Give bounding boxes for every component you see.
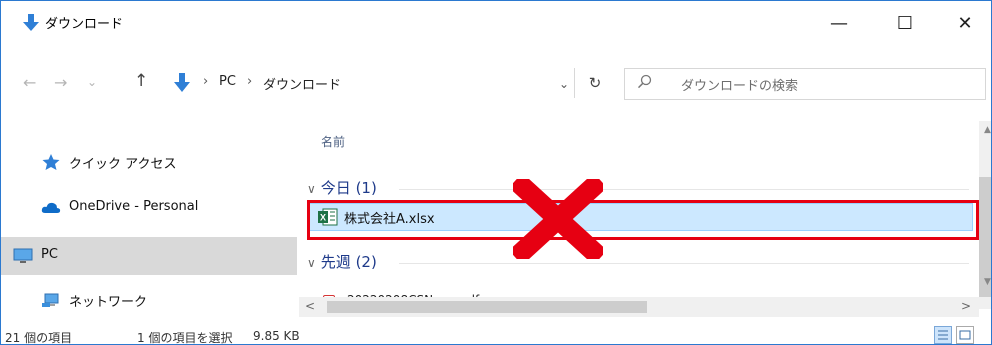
file-explorer-window: ダウンロード — ☐ ✕ ← → ⌄ ↑ › PC › ダウンロード ⌄ ↻ ダ…: [0, 0, 992, 345]
sidebar-item-network[interactable]: ネットワーク: [1, 281, 297, 319]
search-icon: [637, 74, 652, 89]
sidebar-item-label: ネットワーク: [69, 295, 148, 310]
address-dropdown-button[interactable]: ⌄: [559, 77, 569, 91]
network-icon: [42, 293, 59, 307]
up-button[interactable]: ↑: [134, 71, 148, 91]
group-header-last-week[interactable]: ∨ 先週 (2): [307, 251, 377, 272]
highlight-outline: [307, 200, 979, 240]
star-icon: [42, 154, 60, 170]
breadcrumb-separator: ›: [203, 74, 209, 89]
scroll-down-arrow[interactable]: ▼: [984, 277, 991, 287]
title-bar: ダウンロード — ☐ ✕: [1, 1, 991, 45]
column-header-name[interactable]: 名前: [321, 133, 345, 150]
group-header-today[interactable]: ∨ 今日 (1): [307, 177, 377, 198]
search-placeholder: ダウンロードの検索: [681, 79, 799, 94]
search-box[interactable]: ダウンロードの検索: [624, 68, 986, 100]
navigation-bar: ← → ⌄ ↑ › PC › ダウンロード ⌄ ↻ ダウンロードの検索: [1, 63, 991, 103]
back-button[interactable]: ←: [23, 73, 36, 92]
recent-locations-button[interactable]: ⌄: [87, 75, 97, 89]
chevron-down-icon: ∨: [307, 256, 316, 270]
sidebar-item-label: クイック アクセス: [69, 157, 177, 172]
large-icons-view-button[interactable]: [956, 326, 974, 344]
breadcrumb-downloads[interactable]: ダウンロード: [263, 74, 341, 93]
selection-count: 1 個の項目を選択: [137, 331, 233, 345]
sidebar-item-quick-access[interactable]: クイック アクセス: [1, 143, 297, 181]
address-bar[interactable]: › PC › ダウンロード: [161, 68, 608, 98]
window-title: ダウンロード: [45, 17, 124, 32]
download-folder-icon: [174, 73, 190, 92]
group-divider: [399, 189, 969, 190]
chevron-down-icon: ∨: [307, 182, 316, 196]
details-view-button[interactable]: [934, 326, 952, 344]
group-label: 今日 (1): [320, 179, 377, 197]
large-icons-view-icon: [959, 330, 971, 340]
horizontal-scrollbar[interactable]: < >: [299, 297, 979, 317]
breadcrumb-separator: ›: [247, 74, 253, 89]
forward-button[interactable]: →: [54, 73, 67, 92]
sidebar-item-label: PC: [41, 247, 58, 262]
refresh-button[interactable]: ↻: [574, 68, 615, 98]
close-button[interactable]: ✕: [935, 1, 991, 45]
monitor-icon: [13, 248, 33, 263]
scroll-left-arrow[interactable]: <: [305, 299, 315, 313]
sidebar-item-pc[interactable]: PC: [1, 237, 297, 275]
scroll-up-arrow[interactable]: ▲: [984, 125, 991, 135]
download-folder-icon: [23, 14, 39, 31]
navigation-pane: クイック アクセス OneDrive - Personal PC ネットワーク: [1, 121, 298, 331]
scrollbar-thumb[interactable]: [327, 301, 647, 313]
maximize-button[interactable]: ☐: [875, 1, 935, 45]
item-count: 21 個の項目: [5, 331, 73, 345]
details-view-icon: [938, 330, 948, 340]
group-label: 先週 (2): [320, 253, 377, 271]
group-divider: [399, 263, 969, 264]
cloud-icon: [41, 202, 61, 213]
sidebar-item-label: OneDrive - Personal: [69, 199, 199, 214]
breadcrumb-pc[interactable]: PC: [219, 74, 236, 89]
minimize-button[interactable]: —: [809, 1, 869, 45]
sidebar-item-onedrive[interactable]: OneDrive - Personal: [1, 189, 297, 227]
selection-size: 9.85 KB: [253, 329, 300, 343]
scroll-right-arrow[interactable]: >: [961, 299, 971, 313]
red-x-mark-icon: [513, 179, 603, 259]
status-bar: 21 個の項目 1 個の項目を選択 9.85 KB: [1, 326, 991, 345]
